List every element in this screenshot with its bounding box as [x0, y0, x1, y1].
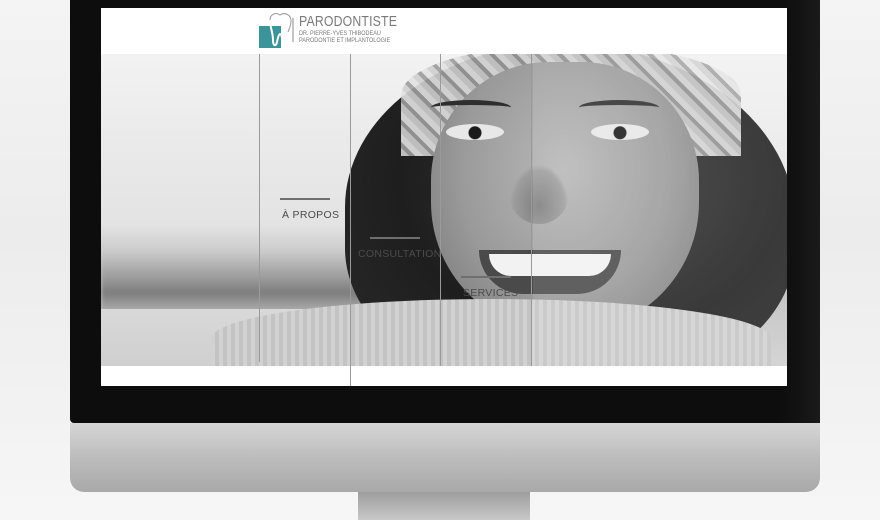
logo-title: PARODONTISTE	[299, 13, 398, 30]
nav-guide-line	[531, 54, 532, 366]
nav-label-consultation: CONSULTATION	[358, 248, 442, 260]
nav-label-a-propos: À PROPOS	[282, 209, 340, 221]
monitor-stand	[358, 492, 530, 520]
hero-image	[101, 54, 787, 366]
nav-marker	[370, 237, 420, 239]
tooth-logo-icon[interactable]	[259, 12, 294, 48]
nav-marker	[461, 276, 511, 278]
nav-guide-line	[440, 54, 441, 366]
nav-marker	[280, 198, 330, 200]
site-header: PARODONTISTE DR. PIERRE-YVES THIBODEAU P…	[101, 8, 787, 54]
nav-guide-line	[259, 54, 260, 362]
portrait-brow-left	[431, 100, 511, 115]
nav-guide-line	[350, 54, 351, 386]
portrait-eye-left	[446, 124, 504, 140]
website-screen: PARODONTISTE DR. PIERRE-YVES THIBODEAU P…	[101, 8, 787, 386]
logo-specialty: PARODONTIE ET IMPLANTOLOGIE	[299, 37, 391, 44]
monitor-chin	[70, 423, 820, 492]
nav-label-services: SERVICES	[463, 287, 519, 299]
logo-doctor-name: DR. PIERRE-YVES THIBODEAU	[299, 30, 381, 37]
hero-highlight-panel	[533, 54, 787, 366]
logo-text[interactable]: PARODONTISTE DR. PIERRE-YVES THIBODEAU P…	[299, 14, 419, 52]
